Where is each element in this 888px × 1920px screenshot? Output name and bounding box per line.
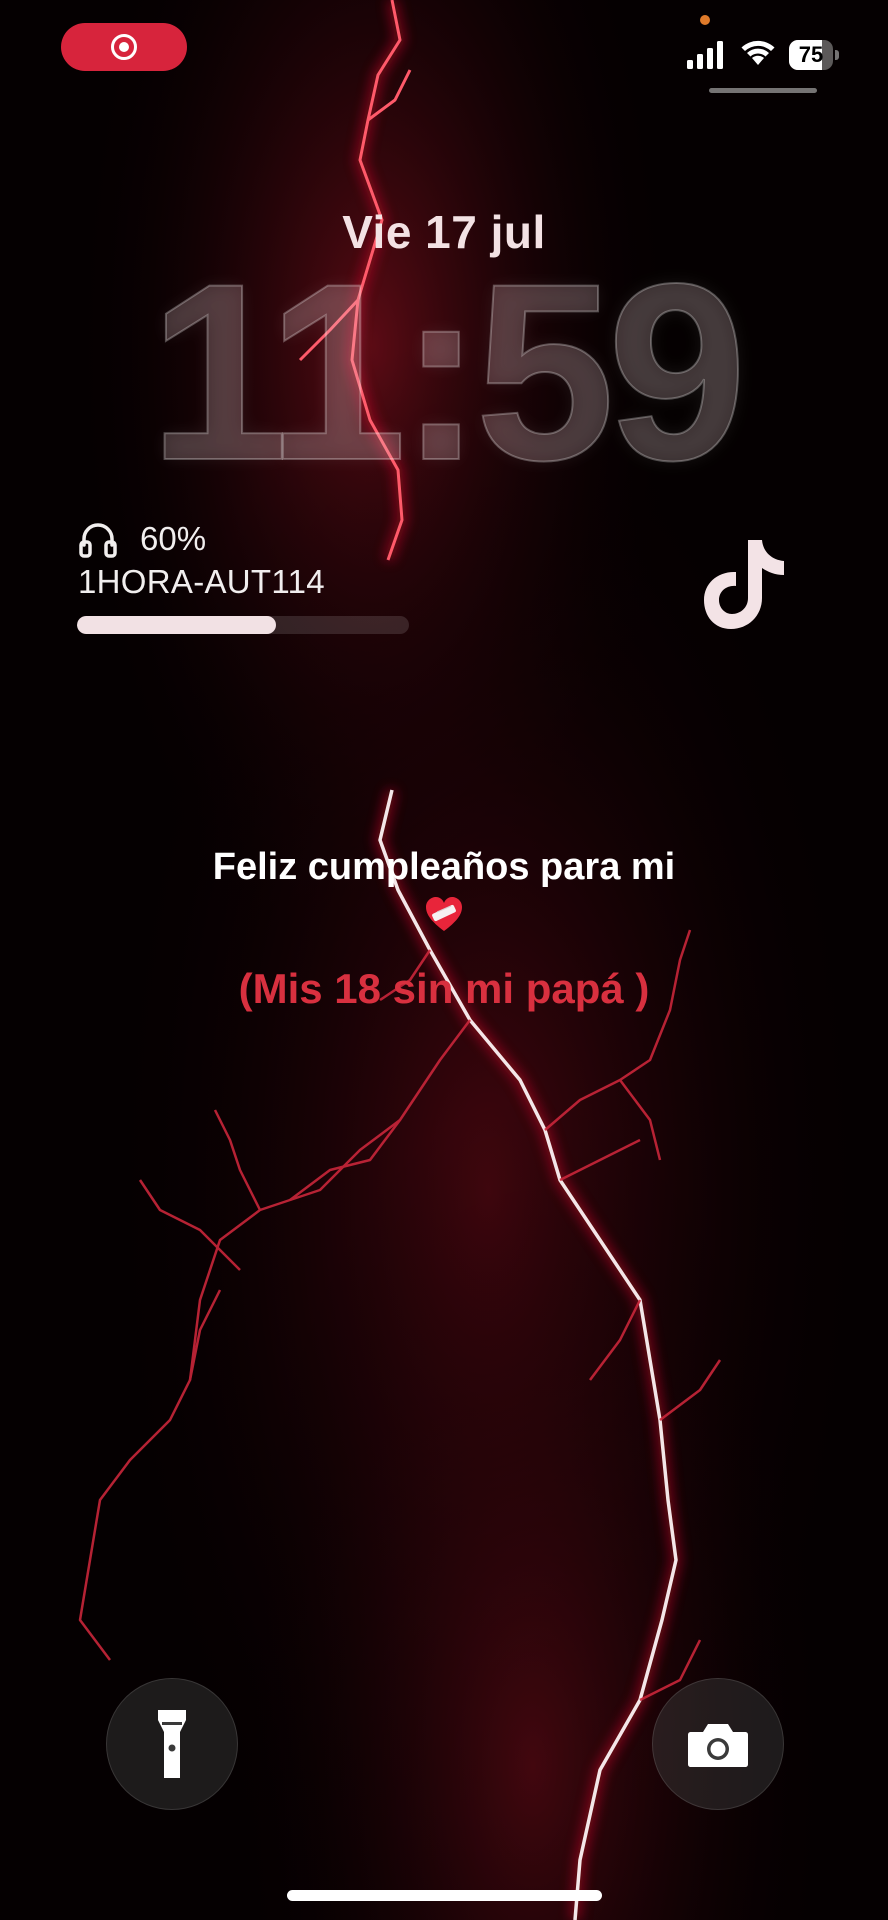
record-icon (111, 34, 137, 60)
flashlight-button[interactable] (106, 1678, 238, 1810)
headphones-icon (79, 523, 117, 558)
headphones-battery-bar (77, 616, 409, 634)
headphones-battery-percent: 60% (140, 520, 207, 557)
home-indicator[interactable] (287, 1890, 602, 1901)
caption-subtitle: (Mis 18 sin mi papá ) (238, 965, 650, 1012)
cellular-signal-icon (687, 41, 723, 69)
privacy-indicator-dot (700, 15, 710, 25)
camera-button[interactable] (652, 1678, 784, 1810)
wifi-icon (741, 40, 775, 65)
tiktok-icon[interactable] (700, 536, 790, 632)
headphones-device-name: 1HORA-AUT114 (78, 563, 325, 600)
headphones-battery-bar-fill (77, 616, 276, 634)
screen-recording-indicator[interactable] (61, 23, 187, 71)
mending-heart-icon (426, 897, 462, 931)
status-bar-handle (709, 88, 817, 93)
camera-icon (688, 1724, 748, 1767)
flashlight-icon (158, 1710, 186, 1778)
battery-level-label: 75 (798, 42, 824, 67)
caption-title: Feliz cumpleaños para mi (212, 846, 676, 888)
battery-indicator: 75 (789, 40, 841, 70)
lock-screen-time[interactable]: 11:59 (0, 246, 888, 500)
